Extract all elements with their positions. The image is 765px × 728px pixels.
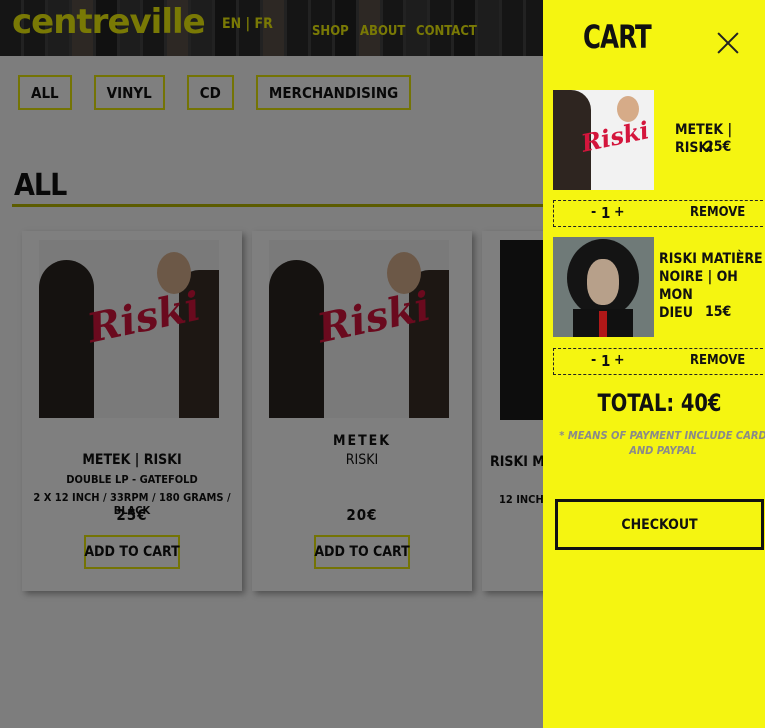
increase-quantity-button[interactable]: +	[614, 352, 625, 368]
payment-note: * MEANS OF PAYMENT INCLUDE CARD AND PAYP…	[559, 429, 765, 457]
cart-item-controls: - 1 + REMOVE	[553, 200, 765, 227]
cart-item-price: 15€	[705, 304, 732, 320]
cart-item-price: 25€	[705, 139, 732, 155]
cart-item-image: Riski	[553, 90, 654, 190]
increase-quantity-button[interactable]: +	[614, 204, 625, 220]
cart-title: CART	[583, 18, 652, 56]
cart-total: TOTAL: 40€	[597, 389, 722, 417]
page-overlay[interactable]	[0, 0, 543, 728]
cart-drawer: CART Riski METEK | RISKI 25€ - 1 + REMOV…	[543, 0, 765, 728]
close-icon[interactable]	[717, 32, 739, 54]
decrease-quantity-button[interactable]: -	[591, 352, 596, 368]
item-quantity: 1	[601, 204, 611, 222]
checkout-button[interactable]: CHECKOUT	[555, 499, 764, 550]
item-quantity: 1	[601, 352, 611, 370]
remove-item-button[interactable]: REMOVE	[690, 353, 745, 368]
remove-item-button[interactable]: REMOVE	[690, 205, 745, 220]
decrease-quantity-button[interactable]: -	[591, 204, 596, 220]
cart-item-image	[553, 237, 654, 337]
cart-item-controls: - 1 + REMOVE	[553, 348, 765, 375]
